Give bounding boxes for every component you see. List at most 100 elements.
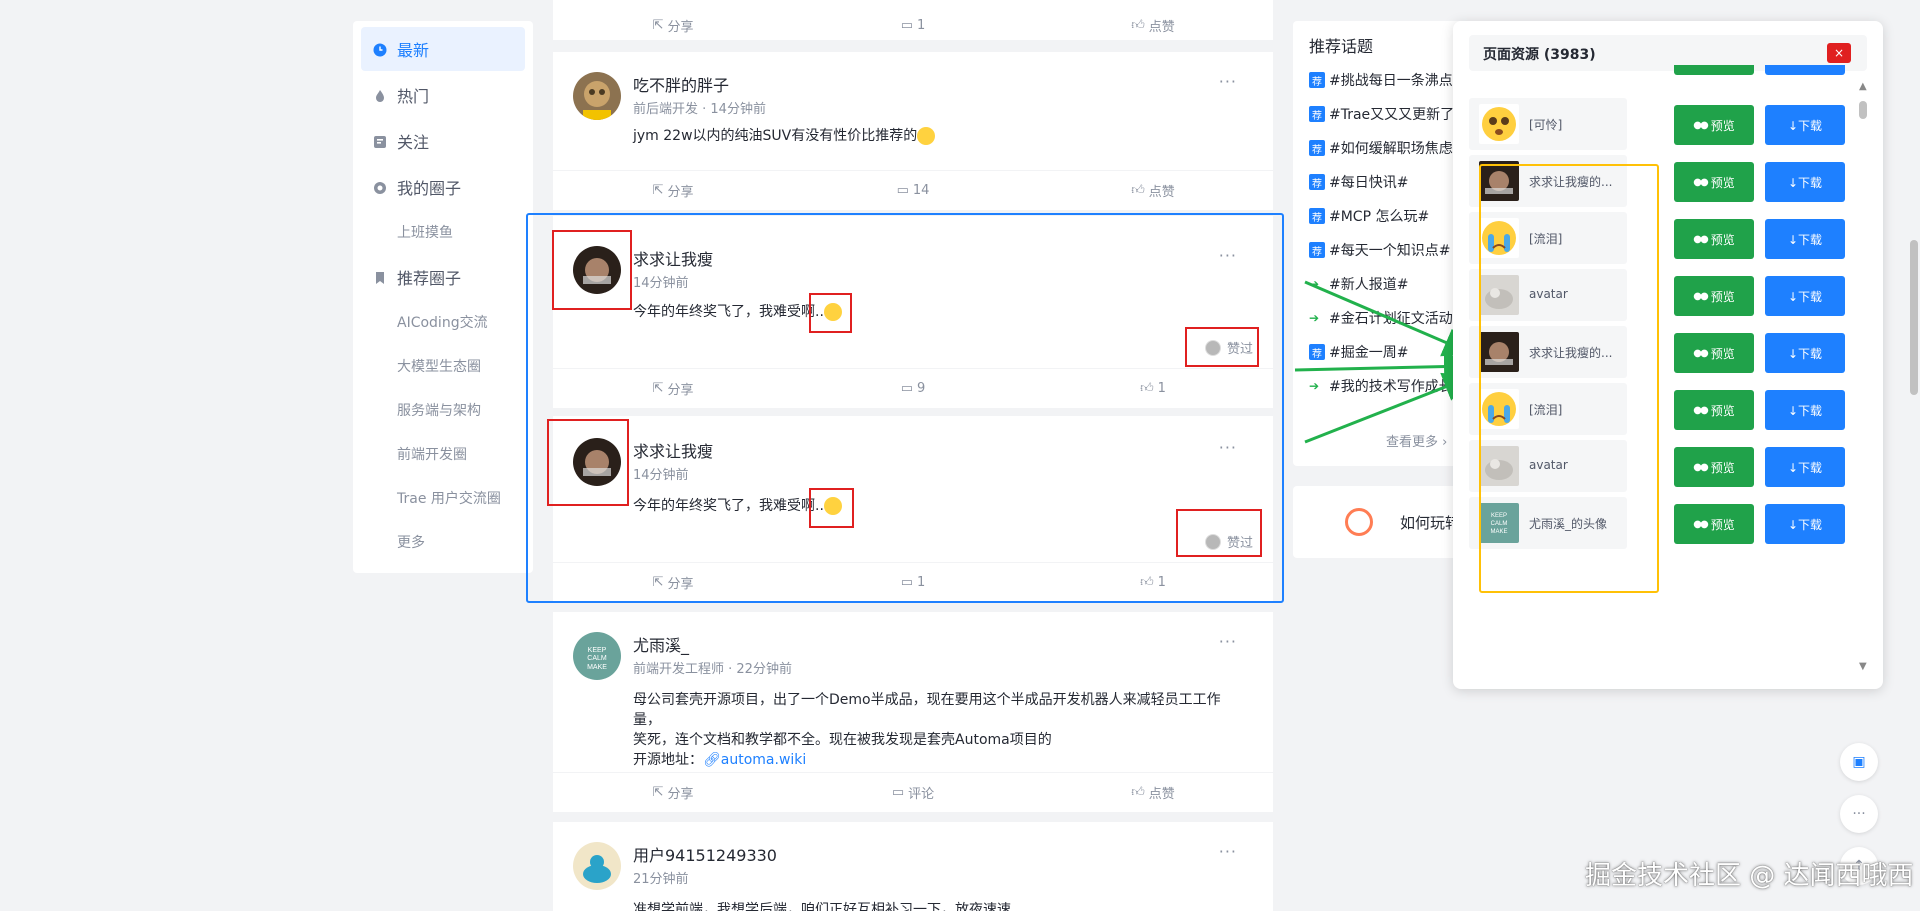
download-button[interactable] bbox=[1765, 65, 1845, 75]
resource-row: [可怜] ●● 预览 ↓下载 bbox=[1469, 94, 1863, 154]
comment-button[interactable]: ▭ 1 bbox=[793, 5, 1033, 45]
preview-button[interactable]: ●● 预览 bbox=[1674, 276, 1754, 316]
thumb-up-icon: 👍︎ bbox=[1131, 183, 1145, 198]
preview-button[interactable]: ●● 预览 bbox=[1674, 105, 1754, 145]
clock-icon bbox=[373, 42, 387, 57]
comment-icon: ▭ bbox=[896, 183, 909, 198]
preview-button[interactable]: ●● 预览 bbox=[1674, 390, 1754, 430]
highlight-box-red bbox=[547, 419, 629, 506]
author-name[interactable]: 用户94151249330 bbox=[633, 842, 777, 866]
post-content: jym 22w以内的纯油SUV有没有性价比推荐的 bbox=[633, 126, 1243, 146]
eyes-icon: ●● bbox=[1693, 518, 1709, 530]
comment-icon: ▭ bbox=[891, 785, 905, 800]
post-actions: ⇱ 分享 ▭ 14 👍︎ 点赞 bbox=[553, 170, 1273, 210]
share-button[interactable]: ⇱ 分享 bbox=[553, 773, 793, 812]
post-card: 用户94151249330 21分钟前 准想学前端，我想学后端，咱们正好互相补习… bbox=[553, 822, 1273, 911]
post-meta: 前端开发工程师 · 22分钟前 bbox=[633, 662, 792, 677]
download-button[interactable]: ↓下载 bbox=[1765, 390, 1845, 430]
topic-badge-icon: 荐 bbox=[1309, 208, 1325, 224]
more-circles-link[interactable]: 更多 bbox=[361, 521, 525, 565]
more-icon[interactable]: ··· bbox=[1219, 632, 1237, 651]
highlight-box-red bbox=[1176, 509, 1262, 557]
download-button[interactable]: ↓下载 bbox=[1765, 504, 1845, 544]
avatar[interactable]: KEEP CALM MAKE bbox=[573, 632, 621, 680]
nav-item-label: 推荐圈子 bbox=[397, 269, 462, 288]
feedback-button[interactable]: ▣ bbox=[1840, 743, 1878, 781]
comment-button[interactable]: ▭ 评论 bbox=[793, 773, 1033, 812]
thumb-up-icon: 👍︎ bbox=[1131, 785, 1145, 800]
nav-item-label: 关注 bbox=[397, 133, 430, 152]
highlight-box-red bbox=[809, 293, 852, 333]
eyes-icon: ●● bbox=[1693, 347, 1709, 359]
eyes-icon: ●● bbox=[1693, 404, 1709, 416]
comment-icon: ▭ bbox=[900, 17, 913, 33]
highlight-box-red bbox=[1185, 327, 1259, 367]
like-button[interactable]: 👍︎ 点赞 bbox=[1033, 171, 1273, 210]
scroll-up-icon[interactable]: ▲ bbox=[1859, 81, 1867, 92]
svg-text:CALM: CALM bbox=[587, 655, 607, 662]
panel-title: 页面资源 (3983) bbox=[1483, 47, 1596, 63]
preview-button[interactable]: ●● 预览 bbox=[1674, 162, 1754, 202]
follow-icon bbox=[373, 134, 387, 148]
nav-item-follow[interactable]: 关注 bbox=[361, 119, 525, 163]
close-button[interactable]: × bbox=[1827, 43, 1851, 63]
post-content: 母公司套壳开源项目，出了一个Demo半成品，现在要用这个半成品开发机器人来减轻员… bbox=[633, 692, 1221, 768]
eyes-icon: ●● bbox=[1693, 461, 1709, 473]
nav-item-label: 我的圈子 bbox=[397, 179, 462, 198]
share-icon: ⇱ bbox=[652, 183, 664, 198]
avatar[interactable] bbox=[573, 72, 621, 120]
nav-item-label: 最新 bbox=[397, 41, 430, 60]
circle-link[interactable]: AICoding交流 bbox=[361, 301, 525, 345]
comment-button[interactable]: ▭ 14 bbox=[793, 171, 1033, 210]
avatar[interactable] bbox=[573, 842, 621, 890]
circle-link[interactable]: 前端开发圈 bbox=[361, 433, 525, 477]
circle-link[interactable]: 大模型生态圈 bbox=[361, 345, 525, 389]
preview-button[interactable]: ●● 预览 bbox=[1674, 333, 1754, 373]
circle-link[interactable]: 上班摸鱼 bbox=[361, 211, 525, 255]
bookmark-icon bbox=[373, 270, 387, 284]
nav-item-recommended[interactable]: 推荐圈子 bbox=[361, 255, 525, 299]
download-button[interactable]: ↓下载 bbox=[1765, 162, 1845, 202]
eyes-icon: ●● bbox=[1693, 176, 1709, 188]
share-button[interactable]: ⇱ 分享 bbox=[553, 5, 793, 45]
download-button[interactable]: ↓下载 bbox=[1765, 447, 1845, 487]
source-link[interactable]: automa.wiki bbox=[721, 752, 807, 768]
topic-badge-icon: 荐 bbox=[1309, 72, 1325, 88]
chat-icon: ▣ bbox=[1852, 754, 1866, 770]
annotation-arrows bbox=[1294, 280, 1474, 444]
share-button[interactable]: ⇱ 分享 bbox=[553, 171, 793, 210]
like-button[interactable]: 👍︎ 点赞 bbox=[1033, 773, 1273, 812]
scroll-thumb[interactable] bbox=[1859, 101, 1867, 119]
panel-scrollbar[interactable]: ▲ ▼ bbox=[1859, 81, 1867, 672]
author-name[interactable]: 吃不胖的胖子 bbox=[633, 72, 729, 96]
page-scrollbar-thumb[interactable] bbox=[1910, 240, 1918, 395]
post-content: 准想学前端，我想学后端，咱们正好互相补习一下，放夜速速 bbox=[633, 902, 1011, 911]
preview-button[interactable] bbox=[1674, 65, 1754, 75]
highlight-box-red bbox=[552, 230, 632, 310]
scroll-down-icon[interactable]: ▼ bbox=[1859, 661, 1867, 672]
nav-item-hot[interactable]: 热门 bbox=[361, 73, 525, 117]
more-button[interactable]: ··· bbox=[1840, 795, 1878, 833]
ring-logo-icon bbox=[1345, 508, 1373, 536]
nav-item-my-circles[interactable]: 我的圈子 bbox=[361, 165, 525, 209]
preview-button[interactable]: ●● 预览 bbox=[1674, 219, 1754, 259]
author-name[interactable]: 尤雨溪_ bbox=[633, 632, 689, 656]
circle-link[interactable]: 服务端与架构 bbox=[361, 389, 525, 433]
post-card: KEEP CALM MAKE 尤雨溪_ 前端开发工程师 · 22分钟前 母公司套壳开… bbox=[553, 612, 1273, 812]
post-meta: 前后端开发 · 14分钟前 bbox=[633, 102, 766, 117]
more-icon[interactable]: ··· bbox=[1219, 72, 1237, 91]
like-button[interactable]: 👍︎ 点赞 bbox=[1033, 5, 1273, 45]
download-button[interactable]: ↓下载 bbox=[1765, 105, 1845, 145]
circle-link[interactable]: Trae 用户交流圈 bbox=[361, 477, 525, 521]
more-icon[interactable]: ··· bbox=[1219, 842, 1237, 861]
nav-item-latest[interactable]: 最新 bbox=[361, 27, 525, 71]
eyes-icon: ●● bbox=[1693, 290, 1709, 302]
topic-badge-icon: 荐 bbox=[1309, 174, 1325, 190]
svg-text:MAKE: MAKE bbox=[587, 664, 607, 671]
download-button[interactable]: ↓下载 bbox=[1765, 333, 1845, 373]
download-button[interactable]: ↓下载 bbox=[1765, 276, 1845, 316]
preview-button[interactable]: ●● 预览 bbox=[1674, 447, 1754, 487]
download-button[interactable]: ↓下载 bbox=[1765, 219, 1845, 259]
preview-button[interactable]: ●● 预览 bbox=[1674, 504, 1754, 544]
post-card-partial: ⇱ 分享 ▭ 1 👍︎ 点赞 bbox=[553, 0, 1273, 40]
